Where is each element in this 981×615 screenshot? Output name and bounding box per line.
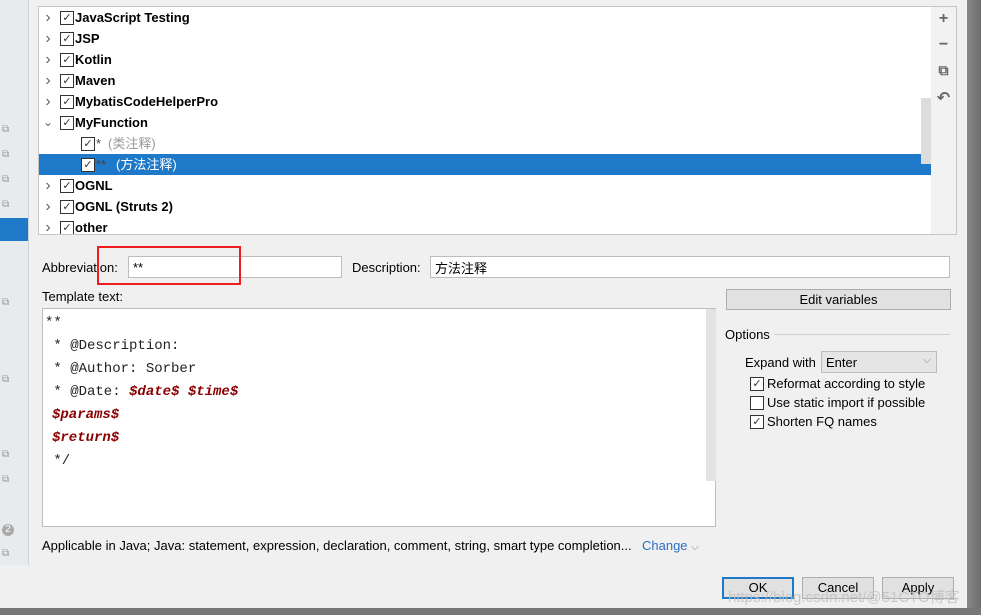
options-divider	[774, 334, 950, 335]
code-line: * @Date: $date$ $time$	[45, 384, 238, 400]
tree-item-label: **	[96, 157, 107, 172]
template-variable: $return$	[52, 430, 120, 446]
tree-row[interactable]: › ✓ JSP	[39, 28, 932, 49]
tree-row[interactable]: › ✓ MybatisCodeHelperPro	[39, 91, 932, 112]
code-line: * @Author: Sorber	[45, 361, 197, 377]
checkbox-icon[interactable]: ✓	[60, 95, 74, 109]
tree-item-label: Kotlin	[75, 52, 112, 67]
copy-icon: ⧉	[2, 449, 10, 460]
chevron-right-icon[interactable]: ›	[42, 196, 54, 217]
options-title: Options	[725, 327, 770, 342]
code-line: **	[45, 315, 62, 331]
window-shadow	[0, 608, 981, 615]
checkbox-icon[interactable]: ✓	[60, 221, 74, 234]
tree-row[interactable]: ✓ * (类注释)	[39, 133, 932, 154]
chevron-right-icon[interactable]: ›	[42, 49, 54, 70]
template-variable: $date$ $time$	[129, 384, 239, 400]
checkbox-icon[interactable]: ✓	[60, 179, 74, 193]
chevron-right-icon[interactable]: ›	[42, 175, 54, 196]
copy-icon: ⧉	[2, 124, 10, 135]
tree-item-label: Maven	[75, 73, 116, 88]
reformat-label: Reformat according to style	[767, 376, 926, 391]
copy-icon: ⧉	[2, 199, 10, 210]
highlight-box	[97, 246, 241, 285]
expand-with-select[interactable]: Enter ⌵	[821, 351, 937, 373]
copy-icon: ⧉	[2, 149, 10, 160]
checkbox-icon[interactable]: ✓	[750, 377, 764, 391]
tree-scrollbar[interactable]	[921, 98, 931, 164]
description-input[interactable]	[430, 256, 950, 278]
tree-item-label: other	[75, 220, 108, 235]
code-line: */	[45, 453, 71, 469]
chevron-down-icon[interactable]: ⌄	[42, 112, 54, 133]
applicable-context-text: Applicable in Java; Java: statement, exp…	[42, 538, 632, 553]
expand-with-value: Enter	[826, 355, 858, 370]
tree-item-label: *	[96, 136, 102, 151]
add-icon[interactable]: +	[931, 10, 956, 28]
tree-item-description: (类注释)	[108, 136, 156, 151]
sidebar-selected-item[interactable]	[0, 218, 28, 241]
copy-icon: ⧉	[2, 374, 10, 385]
chevron-right-icon[interactable]: ›	[42, 7, 54, 28]
tree-item-label: OGNL (Struts 2)	[75, 199, 173, 214]
tree-row[interactable]: › ✓ other	[39, 217, 932, 235]
expand-with-label: Expand with	[745, 355, 816, 370]
copy-icon: ⧉	[2, 174, 10, 185]
tree-row[interactable]: ✓ ** (方法注释)	[39, 154, 932, 175]
template-variable: $params$	[52, 407, 120, 423]
chevron-right-icon[interactable]: ›	[42, 70, 54, 91]
checkbox-icon[interactable]: ✓	[60, 32, 74, 46]
chevron-right-icon[interactable]: ›	[42, 217, 54, 234]
checkbox-icon[interactable]: ✓	[81, 158, 95, 172]
checkbox-icon[interactable]: ✓	[60, 200, 74, 214]
tree-toolbar: + − ⧉ ↶	[931, 6, 957, 235]
chevron-right-icon[interactable]: ›	[42, 91, 54, 112]
checkbox-icon[interactable]	[750, 396, 764, 410]
revert-icon[interactable]: ↶	[931, 88, 956, 108]
change-context-link[interactable]: Change ⌵	[642, 538, 699, 553]
tree-item-label: JavaScript Testing	[75, 10, 190, 25]
checkbox-icon[interactable]: ✓	[60, 53, 74, 67]
left-sidebar: ⧉ ⧉ ⧉ ⧉ ⧉ ⧉ ⧉ ⧉ 2 ⧉	[0, 0, 29, 565]
template-text-label: Template text:	[42, 289, 123, 304]
static-import-label: Use static import if possible	[767, 395, 926, 410]
copy-icon: ⧉	[2, 548, 10, 559]
live-template-tree[interactable]: › ✓ JavaScript Testing › ✓ JSP › ✓ Kotlin › ✓ Maven…	[38, 6, 933, 235]
tree-row[interactable]: › ✓ Kotlin	[39, 49, 932, 70]
checkbox-icon[interactable]: ✓	[750, 415, 764, 429]
tree-item-label: OGNL	[75, 178, 113, 193]
copy-icon: ⧉	[2, 297, 10, 308]
remove-icon[interactable]: −	[931, 36, 956, 54]
tree-row[interactable]: › ✓ JavaScript Testing	[39, 7, 932, 28]
window-shadow	[967, 0, 981, 615]
change-label: Change	[642, 538, 688, 553]
tree-row[interactable]: › ✓ OGNL	[39, 175, 932, 196]
chevron-down-icon: ⌵	[691, 542, 699, 553]
tree-item-description: (方法注释)	[116, 157, 177, 172]
watermark: https://blog.csdn.net/@51CTO博客	[728, 589, 960, 606]
tree-item-label: MybatisCodeHelperPro	[75, 94, 219, 109]
template-text-editor[interactable]: ** * @Description: * @Author: Sorber * @…	[42, 308, 716, 527]
copy-icon: ⧉	[2, 474, 10, 485]
badge-icon: 2	[2, 524, 14, 536]
checkbox-icon[interactable]: ✓	[81, 137, 95, 151]
tree-item-label: MyFunction	[75, 115, 148, 130]
code-text: * @Date:	[45, 384, 130, 400]
tree-item-label: JSP	[75, 31, 100, 46]
tree-row[interactable]: › ✓ OGNL (Struts 2)	[39, 196, 932, 217]
chevron-down-icon: ⌵	[922, 354, 931, 366]
checkbox-icon[interactable]: ✓	[60, 116, 74, 130]
edit-variables-button[interactable]: Edit variables	[726, 289, 951, 310]
description-label: Description:	[352, 260, 421, 275]
shorten-fq-label: Shorten FQ names	[767, 414, 877, 429]
editor-scrollbar[interactable]	[706, 309, 716, 481]
checkbox-icon[interactable]: ✓	[60, 11, 74, 25]
chevron-right-icon[interactable]: ›	[42, 28, 54, 49]
code-line: * @Description:	[45, 338, 180, 354]
tree-row[interactable]: ⌄ ✓ MyFunction	[39, 112, 932, 133]
copy-icon[interactable]: ⧉	[931, 62, 956, 79]
tree-row[interactable]: › ✓ Maven	[39, 70, 932, 91]
checkbox-icon[interactable]: ✓	[60, 74, 74, 88]
